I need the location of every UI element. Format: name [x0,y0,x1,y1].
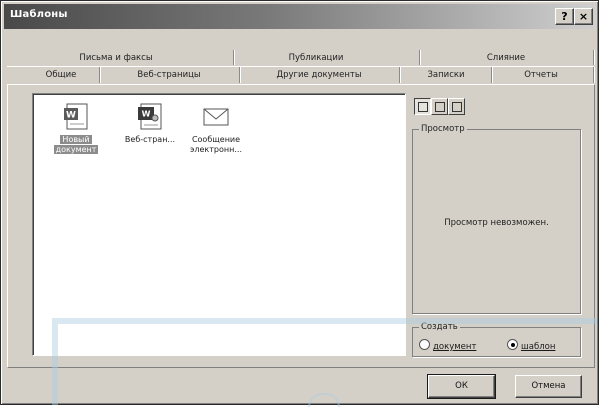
template-label-line: Сообщение [191,135,241,144]
preview-group: Просмотр Просмотр невозможен. [412,124,581,314]
tab-separator [593,50,594,65]
tab-separator [99,67,100,83]
template-item-email-message[interactable]: Сообщение электронн... [181,102,251,164]
template-label-line: Новый [60,135,92,144]
svg-text:W: W [142,110,151,119]
radio-label-template: шаблон [521,342,556,352]
radio-label-document: документ [433,342,477,352]
tab-other-documents[interactable]: Другие документы [249,68,389,82]
envelope-icon [203,108,229,126]
tab-separator [491,67,492,83]
radio-template[interactable]: шаблон [507,339,556,352]
large-icons-view-icon[interactable] [414,98,431,115]
tab-separator [419,50,420,65]
templates-dialog: Шаблоны ? × Письма и факсы Публикации Сл… [0,0,599,405]
tab-publications[interactable]: Публикации [261,51,371,65]
preview-legend: Просмотр [419,124,467,134]
template-label-line: документ [53,145,99,154]
radio-document[interactable]: документ [419,339,477,352]
template-label-line: Веб-стран... [124,135,176,144]
tab-mail-merge[interactable]: Слияние [451,51,561,65]
details-view-icon[interactable] [448,98,465,115]
tab-separator [593,67,594,83]
radio-dot[interactable] [419,339,430,350]
help-button[interactable]: ? [555,8,574,25]
template-list[interactable]: W Новый документ W Веб-стран... Сообщени… [32,93,406,356]
cancel-button[interactable]: Отмена [515,375,582,398]
window-title: Шаблоны [10,9,68,20]
tab-separator [399,67,400,83]
tab-reports[interactable]: Отчеты [501,68,581,82]
tab-row-divider [7,66,594,67]
view-mode-toolbar [414,98,474,115]
template-item-new-document[interactable]: W Новый документ [41,102,111,164]
radio-dot[interactable] [507,339,518,350]
title-bar[interactable]: Шаблоны ? × [4,4,595,29]
create-legend: Создать [419,322,460,332]
close-button[interactable]: × [574,8,593,25]
web-page-icon: W [138,103,162,130]
tab-memos[interactable]: Записки [411,68,481,82]
preview-message: Просмотр невозможен. [444,218,549,228]
template-item-web-page[interactable]: W Веб-стран... [115,102,185,164]
svg-text:W: W [66,111,76,121]
tab-separator [233,50,234,65]
ok-button[interactable]: ОК [427,374,496,399]
tab-general[interactable]: Общие [31,68,91,82]
create-as-group: Создать документ шаблон [412,322,581,357]
template-label-line: электронн... [190,145,242,154]
list-view-icon[interactable] [431,98,448,115]
tab-web-pages[interactable]: Веб-страницы [119,68,219,82]
tab-separator [239,67,240,83]
tab-letters-faxes[interactable]: Письма и факсы [61,51,171,65]
word-document-icon: W [64,103,88,130]
